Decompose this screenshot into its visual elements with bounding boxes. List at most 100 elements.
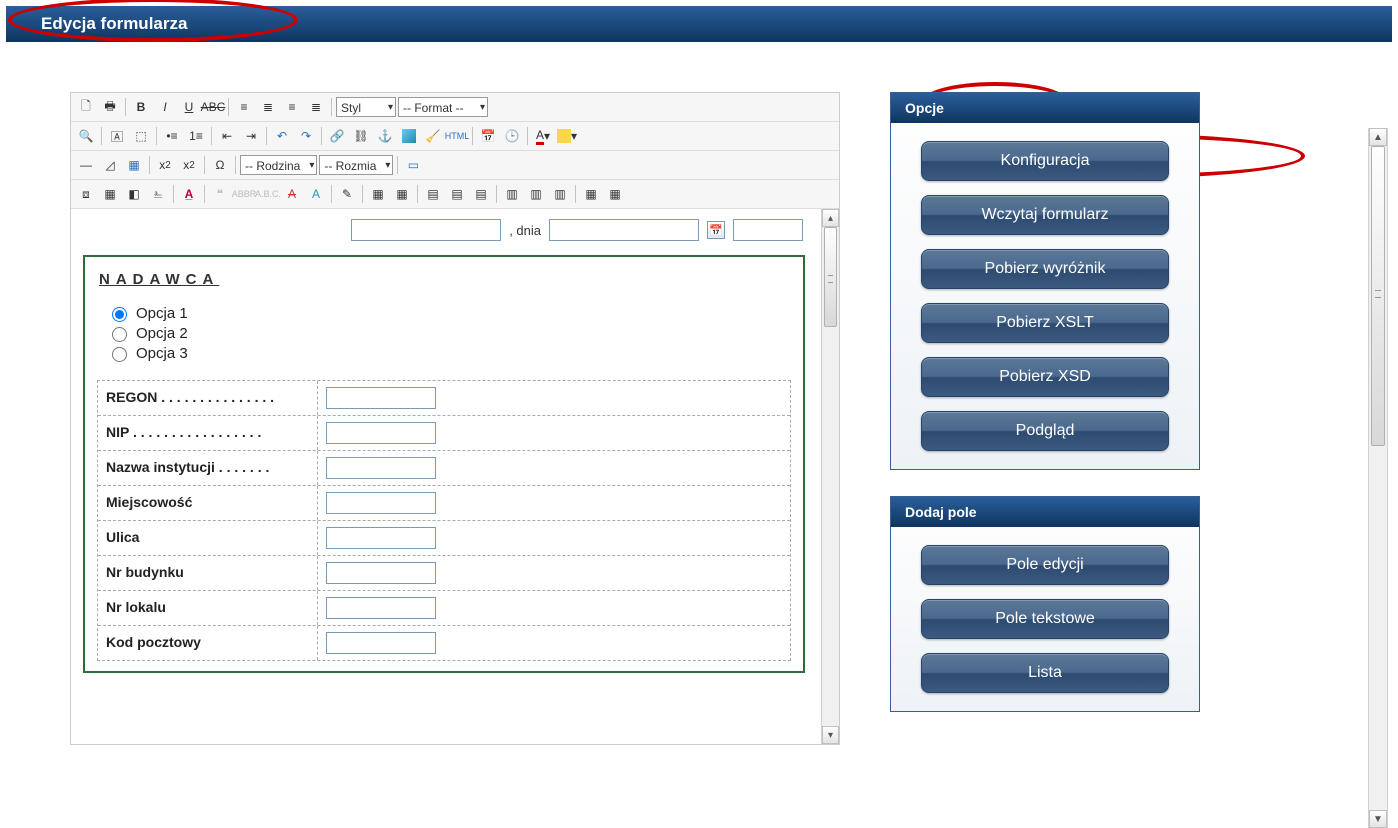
new-doc-icon[interactable]: 🗋	[75, 96, 97, 118]
undo-icon[interactable]: ↶	[271, 125, 293, 147]
layer-icon[interactable]: ▭	[402, 154, 424, 176]
quote-icon[interactable]: ❝	[209, 183, 231, 205]
align-right-icon[interactable]: ≡	[281, 96, 303, 118]
place-input[interactable]	[351, 219, 501, 241]
align-center-icon[interactable]: ≣	[257, 96, 279, 118]
print-icon[interactable]: 🖶	[99, 96, 121, 118]
ins-icon[interactable]: A	[305, 183, 327, 205]
indent-icon[interactable]: ⇥	[240, 125, 262, 147]
image-icon[interactable]	[398, 125, 420, 147]
scroll-thumb[interactable]	[1371, 146, 1385, 446]
acronym-icon[interactable]: A.B.C.	[257, 183, 279, 205]
page-break-icon[interactable]: ⎁	[147, 183, 169, 205]
editor-scrollbar[interactable]: ▴ ▾	[821, 209, 839, 744]
date-input[interactable]	[549, 219, 699, 241]
special-char-icon[interactable]: Ω	[209, 154, 231, 176]
field-label: Nr budynku	[98, 556, 318, 590]
editor-canvas[interactable]: ▴ ▾ , dnia 📅 NADAWCA Opcja 1Opcja 2Opcja…	[71, 209, 839, 744]
abbr-icon[interactable]: ABBR	[233, 183, 255, 205]
opcje-button[interactable]: Podgląd	[921, 411, 1169, 451]
unordered-list-icon[interactable]: •≡	[161, 125, 183, 147]
find-replace-icon[interactable]: 🄰	[106, 125, 128, 147]
align-justify-icon[interactable]: ≣	[305, 96, 327, 118]
scroll-up-icon[interactable]: ▴	[822, 209, 839, 227]
font-props-icon[interactable]: A̲	[178, 183, 200, 205]
underline-icon[interactable]: U	[178, 96, 200, 118]
page-scrollbar[interactable]: ▲ ▼	[1368, 128, 1388, 828]
radio-input[interactable]	[112, 327, 127, 342]
scroll-down-icon[interactable]: ▾	[822, 726, 839, 744]
opcje-button[interactable]: Wczytaj formularz	[921, 195, 1169, 235]
table-insert-icon[interactable]: ▦	[367, 183, 389, 205]
text-color-icon[interactable]: A ▾	[532, 125, 554, 147]
field-input[interactable]	[326, 387, 436, 409]
field-input[interactable]	[326, 562, 436, 584]
insert-media-icon[interactable]: ▦	[99, 183, 121, 205]
eraser-icon[interactable]: ◿	[99, 154, 121, 176]
unlink-icon[interactable]: ⛓	[350, 125, 372, 147]
field-input[interactable]	[326, 457, 436, 479]
anchor-icon[interactable]: ⚓	[374, 125, 396, 147]
field-input[interactable]	[326, 597, 436, 619]
date-extra-input[interactable]	[733, 219, 803, 241]
scroll-thumb[interactable]	[824, 227, 837, 327]
row-after-icon[interactable]: ▤	[446, 183, 468, 205]
col-after-icon[interactable]: ▥	[525, 183, 547, 205]
dodaj-pole-button[interactable]: Pole tekstowe	[921, 599, 1169, 639]
calendar-icon[interactable]: 📅	[707, 221, 725, 239]
scroll-down-icon[interactable]: ▼	[1369, 810, 1387, 828]
subscript-icon[interactable]: x2	[154, 154, 176, 176]
edit-attrs-icon[interactable]: ✎	[336, 183, 358, 205]
separator	[266, 127, 267, 145]
del-icon[interactable]: A	[281, 183, 303, 205]
format-select[interactable]: -- Format --	[398, 97, 488, 117]
scroll-up-icon[interactable]: ▲	[1369, 128, 1387, 146]
link-icon[interactable]: 🔗	[326, 125, 348, 147]
redo-icon[interactable]: ↷	[295, 125, 317, 147]
field-input[interactable]	[326, 422, 436, 444]
row-delete-icon[interactable]: ▤	[470, 183, 492, 205]
radio-input[interactable]	[112, 347, 127, 362]
html-icon[interactable]: HTML	[446, 125, 468, 147]
search-icon[interactable]: 🔍	[75, 125, 97, 147]
row-before-icon[interactable]: ▤	[422, 183, 444, 205]
bold-icon[interactable]: B	[130, 96, 152, 118]
field-input[interactable]	[326, 632, 436, 654]
opcje-button[interactable]: Pobierz XSLT	[921, 303, 1169, 343]
field-input[interactable]	[326, 492, 436, 514]
radio-option[interactable]: Opcja 1	[107, 304, 791, 322]
table-icon[interactable]: ▦	[123, 154, 145, 176]
select-rect-icon[interactable]: ⧈	[75, 183, 97, 205]
style-select[interactable]: Styl	[336, 97, 396, 117]
time-field-icon[interactable]: 🕒	[501, 125, 523, 147]
cell-split-icon[interactable]: ▦	[580, 183, 602, 205]
date-field-icon[interactable]: 📅	[477, 125, 499, 147]
col-delete-icon[interactable]: ▥	[549, 183, 571, 205]
field-input[interactable]	[326, 527, 436, 549]
radio-option[interactable]: Opcja 3	[107, 344, 791, 362]
select-all-icon[interactable]: ⬚	[130, 125, 152, 147]
opcje-button[interactable]: Pobierz wyróżnik	[921, 249, 1169, 289]
cleanup-icon[interactable]: 🧹	[422, 125, 444, 147]
outdent-icon[interactable]: ⇤	[216, 125, 238, 147]
table-grid-icon[interactable]: ▦	[391, 183, 413, 205]
insert-object-icon[interactable]: ◧	[123, 183, 145, 205]
hr-icon[interactable]: —	[75, 154, 97, 176]
dodaj-pole-button[interactable]: Lista	[921, 653, 1169, 693]
radio-group: Opcja 1 Opcja 2 Opcja 3	[97, 304, 791, 362]
bg-color-icon[interactable]: ▾	[556, 125, 578, 147]
font-size-select[interactable]: -- Rozmia	[319, 155, 393, 175]
font-family-select[interactable]: -- Rodzina	[240, 155, 317, 175]
radio-input[interactable]	[112, 307, 127, 322]
opcje-button[interactable]: Pobierz XSD	[921, 357, 1169, 397]
align-left-icon[interactable]: ≡	[233, 96, 255, 118]
col-before-icon[interactable]: ▥	[501, 183, 523, 205]
dodaj-pole-button[interactable]: Pole edycji	[921, 545, 1169, 585]
italic-icon[interactable]: I	[154, 96, 176, 118]
strike-icon[interactable]: ABC	[202, 96, 224, 118]
cell-merge-icon[interactable]: ▦	[604, 183, 626, 205]
radio-option[interactable]: Opcja 2	[107, 324, 791, 342]
ordered-list-icon[interactable]: 1≡	[185, 125, 207, 147]
opcje-button[interactable]: Konfiguracja	[921, 141, 1169, 181]
superscript-icon[interactable]: x2	[178, 154, 200, 176]
